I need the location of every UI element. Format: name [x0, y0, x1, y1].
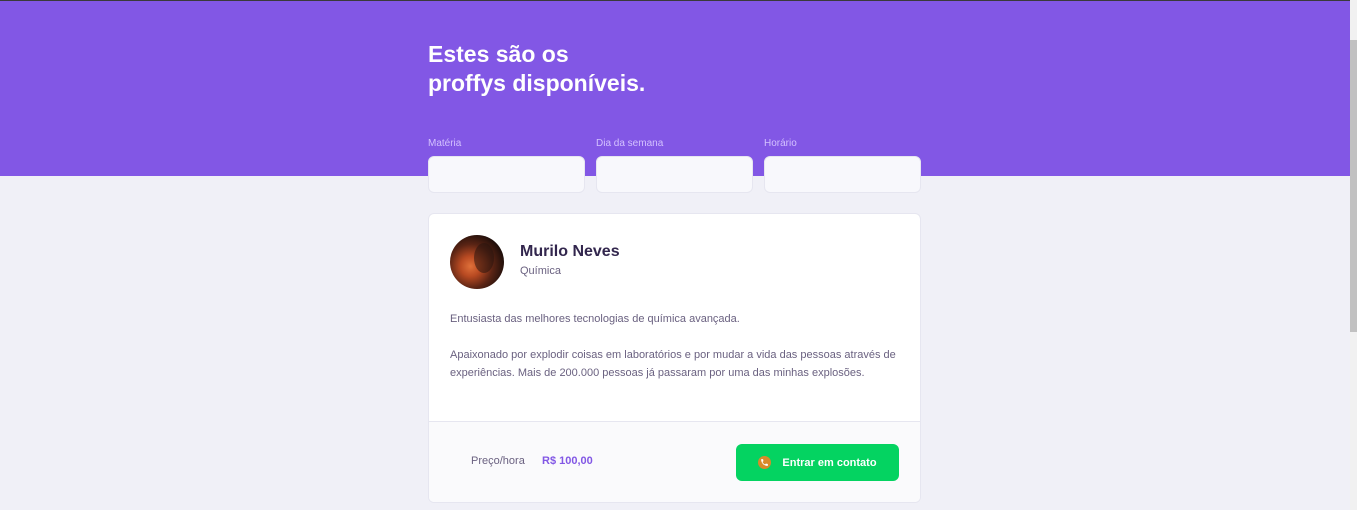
teacher-subject: Química — [520, 265, 561, 277]
teacher-name: Murilo Neves — [520, 243, 620, 260]
filter-week-day-label: Dia da semana — [596, 138, 664, 149]
filter-subject-input[interactable] — [428, 156, 585, 193]
teacher-card: Murilo Neves Química Entusiasta das melh… — [428, 213, 921, 503]
filter-time-label: Horário — [764, 138, 797, 149]
filter-subject: Matéria — [428, 137, 585, 193]
scrollbar[interactable] — [1350, 0, 1357, 510]
page-title: Estes são os proffys disponíveis. — [428, 40, 748, 98]
filter-time: Horário — [764, 137, 921, 193]
contact-button-label: Entrar em contato — [782, 456, 877, 469]
phone-icon-glyph — [761, 459, 769, 466]
price-value: R$ 100,00 — [542, 455, 593, 467]
filter-week-day-input[interactable] — [596, 156, 753, 193]
avatar — [450, 235, 504, 289]
contact-button[interactable]: Entrar em contato — [736, 444, 899, 481]
teacher-bio: Entusiasta das melhores tecnologias de q… — [450, 310, 900, 400]
teacher-card-footer: Preço/hora R$ 100,00 Entrar em contato — [429, 421, 920, 502]
filter-subject-label: Matéria — [428, 138, 462, 149]
phone-icon — [758, 456, 772, 469]
page-title-line1: Estes são os — [428, 41, 569, 67]
filter-time-input[interactable] — [764, 156, 921, 193]
teacher-bio-paragraph: Entusiasta das melhores tecnologias de q… — [450, 313, 740, 325]
teacher-bio-paragraph: Apaixonado por explodir coisas em labora… — [450, 349, 896, 379]
scrollbar-thumb[interactable] — [1350, 40, 1357, 332]
filter-week-day: Dia da semana — [596, 137, 753, 193]
page-title-line2: proffys disponíveis. — [428, 70, 646, 96]
price-label: Preço/hora — [471, 455, 525, 467]
